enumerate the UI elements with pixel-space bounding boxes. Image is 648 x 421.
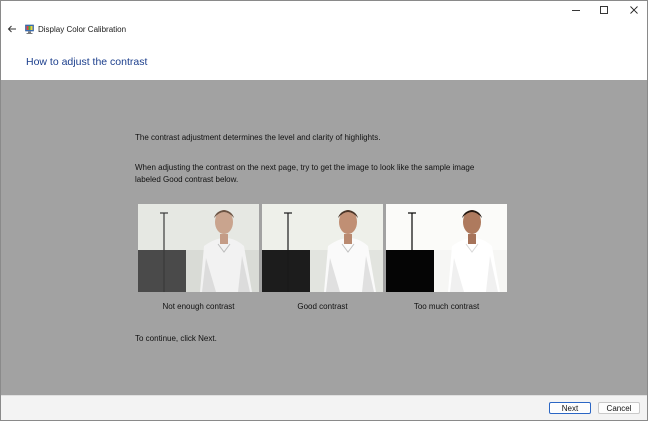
cancel-button[interactable]: Cancel — [598, 402, 640, 414]
caption-good-contrast: Good contrast — [297, 302, 348, 311]
display-calibration-icon — [25, 24, 34, 34]
footer-bar: Next Cancel — [1, 395, 647, 420]
caption-high-contrast: Too much contrast — [413, 302, 480, 311]
caption-low-contrast: Not enough contrast — [162, 302, 235, 311]
minimize-button[interactable] — [561, 1, 591, 19]
back-button[interactable] — [3, 20, 21, 38]
next-button[interactable]: Next — [549, 402, 591, 414]
content-area: The contrast adjustment determines the l… — [1, 80, 647, 395]
sample-image-low-contrast — [138, 204, 259, 292]
maximize-icon — [600, 6, 608, 14]
title-bar: Display Color Calibration — [1, 1, 647, 39]
sample-image-high-contrast — [386, 204, 507, 292]
continue-instruction: To continue, click Next. — [135, 334, 217, 343]
instruction-line-2: labeled Good contrast below. — [135, 175, 239, 184]
calibration-window: Display Color Calibration How to adjust … — [0, 0, 648, 421]
window-title: Display Color Calibration — [38, 25, 127, 34]
sample-image-good-contrast — [262, 204, 383, 292]
instruction-line-1: When adjusting the contrast on the next … — [135, 163, 475, 172]
page-heading: How to adjust the contrast — [26, 56, 148, 68]
minimize-icon — [572, 10, 580, 11]
intro-paragraph: The contrast adjustment determines the l… — [135, 133, 381, 142]
close-button[interactable] — [619, 1, 647, 19]
close-icon — [630, 6, 638, 14]
back-arrow-icon — [7, 25, 16, 33]
maximize-button[interactable] — [589, 1, 619, 19]
